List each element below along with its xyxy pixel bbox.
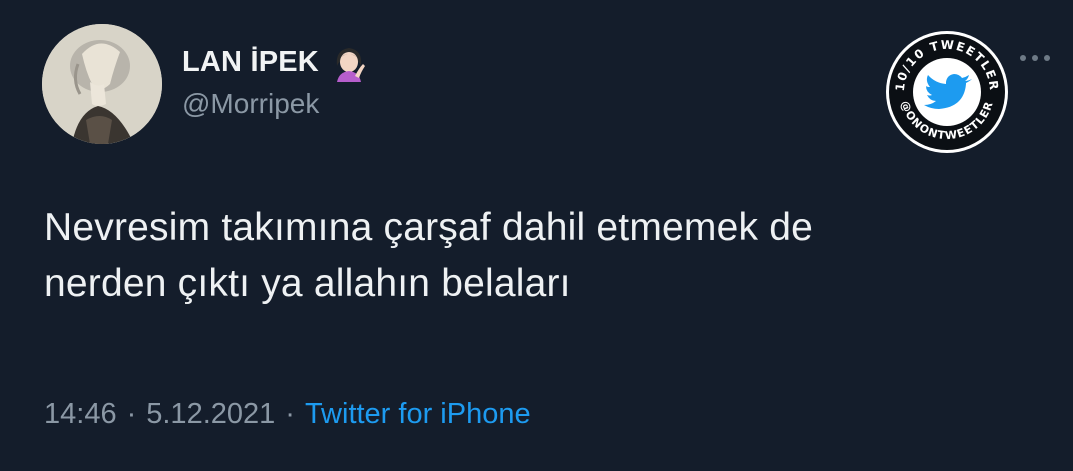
meta-separator: · (285, 398, 295, 430)
badge-logo-graphic: 10/10 TWEETLER @ONONTWEETLER (886, 31, 1008, 153)
tweet-text-line: Nevresim takımına çarşaf dahil etmemek d… (44, 206, 813, 249)
display-name[interactable]: LAN İPEK (182, 46, 319, 79)
tweet-meta: 14:46 · 5.12.2021 · Twitter for iPhone (44, 398, 531, 431)
avatar[interactable] (42, 24, 162, 144)
author-row: LAN İPEK (182, 42, 369, 82)
woman-tipping-hand-emoji-icon (336, 48, 365, 82)
tweet-text-line: nerden çıktı ya allahın belaları (44, 262, 571, 305)
tweet-source-link[interactable]: Twitter for iPhone (305, 398, 531, 431)
avatar-image (42, 24, 162, 144)
dot (1032, 55, 1038, 61)
tweet-card: LAN İPEK @Morripek 10/10 TWEETLER @ONONT… (0, 0, 1073, 471)
meta-separator: · (126, 398, 137, 430)
badge-logo: 10/10 TWEETLER @ONONTWEETLER (884, 29, 1010, 155)
tweet-text: Nevresim takımına çarşaf dahil etmemek d… (44, 200, 1044, 312)
tweet-date[interactable]: 5.12.2021 (146, 398, 275, 431)
more-options-icon[interactable] (1010, 48, 1050, 68)
tweet-time[interactable]: 14:46 (44, 398, 117, 431)
handle[interactable]: @Morripek (182, 88, 319, 120)
dot (1020, 55, 1026, 61)
dot (1044, 55, 1050, 61)
